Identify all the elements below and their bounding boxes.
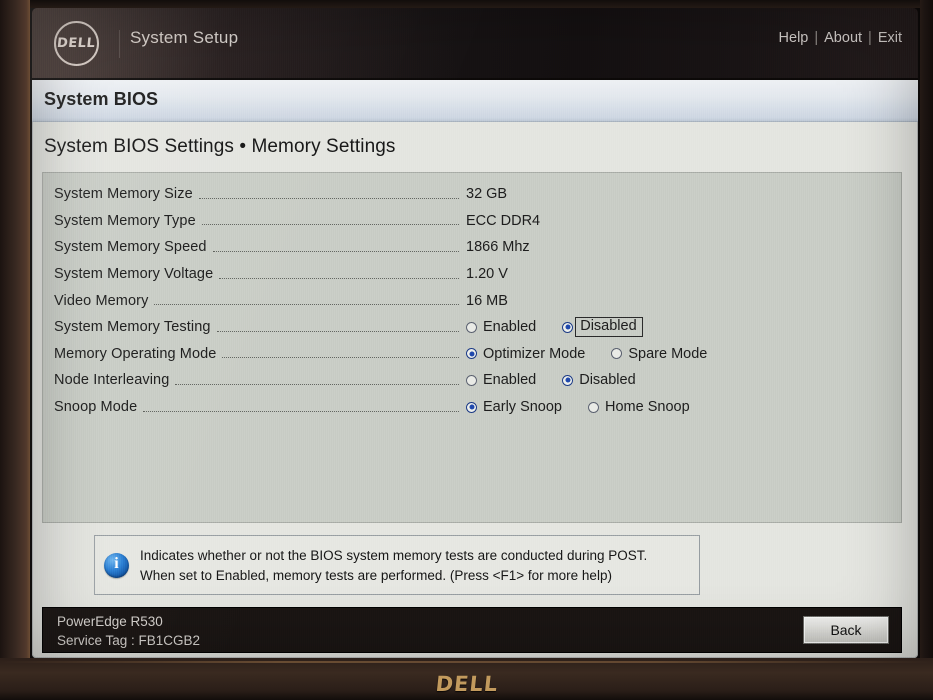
setting-value: ECC DDR4 (466, 212, 541, 229)
setting-row[interactable]: System Memory Testing Enabled Disabled (43, 314, 901, 341)
radio-option[interactable]: Enabled (466, 319, 536, 335)
back-button[interactable]: Back (803, 616, 889, 644)
app-header-bar: DELL System Setup Help | About | Exit (32, 8, 918, 78)
radio-label[interactable]: Disabled (575, 317, 643, 337)
radio-label[interactable]: Enabled (483, 319, 536, 335)
dell-bezel-logo: DELL (433, 672, 500, 696)
info-icon: i (104, 552, 129, 578)
radio-option[interactable]: Optimizer Mode (466, 346, 585, 362)
setting-row: Video Memory 16 MB (43, 287, 901, 314)
header-divider (119, 30, 120, 58)
about-link[interactable]: About (824, 30, 862, 46)
leader-dots (143, 410, 460, 412)
leader-dots (198, 197, 459, 199)
setting-row[interactable]: Memory Operating Mode Optimizer Mode Spare… (43, 341, 901, 368)
radio-label[interactable]: Enabled (483, 372, 536, 388)
radio-option[interactable]: Spare Mode (611, 346, 707, 362)
radio-unselected-icon[interactable] (611, 348, 623, 360)
setting-value: 1.20 V (466, 266, 508, 283)
leader-dots (222, 356, 460, 359)
dell-logo-icon: DELL (54, 21, 99, 66)
service-tag: Service Tag : FB1CGB2 (57, 633, 201, 648)
radio-selected-icon[interactable] (466, 401, 477, 413)
setting-row[interactable]: Node Interleaving Enabled Disabled (43, 367, 901, 394)
system-bios-window: System BIOS System BIOS Settings • Memor… (32, 80, 918, 658)
help-text: Indicates whether or not the BIOS system… (140, 548, 647, 583)
nav-separator-1: | (814, 30, 819, 46)
monitor-bezel: DELL System Setup Help | About | Exit Sy… (0, 0, 933, 700)
radio-group: Early Snoop Home Snoop (466, 399, 690, 415)
settings-list: System Memory Size 32 GB System Memory Typ… (43, 181, 901, 420)
bezel-bottom-edge: DELL (0, 658, 933, 700)
radio-option[interactable]: Home Snoop (588, 399, 690, 415)
radio-group: Optimizer Mode Spare Mode (466, 346, 707, 362)
bezel-hairline (0, 661, 933, 663)
radio-label[interactable]: Early Snoop (483, 399, 562, 415)
radio-label[interactable]: Optimizer Mode (483, 346, 585, 362)
setting-row: System Memory Size 32 GB (43, 181, 901, 208)
setting-label: System Memory Testing (54, 319, 211, 336)
window-title-bar: System BIOS (32, 80, 918, 122)
setting-label: Snoop Mode (54, 399, 138, 416)
help-box: i Indicates whether or not the BIOS syst… (94, 535, 700, 595)
help-line-2: When set to Enabled, memory tests are pe… (140, 567, 612, 583)
leader-dots (154, 303, 460, 306)
radio-option[interactable]: Disabled (562, 372, 636, 388)
radio-option[interactable]: Enabled (466, 372, 536, 388)
leader-dots (219, 277, 460, 279)
settings-panel: System Memory Size 32 GB System Memory Typ… (42, 172, 902, 523)
setting-label: System Memory Type (54, 212, 196, 229)
setting-label: Node Interleaving (54, 372, 170, 389)
leader-dots (212, 250, 459, 252)
footer-bar: PowerEdge R530 Service Tag : FB1CGB2 Bac… (42, 607, 902, 653)
bezel-right-edge (920, 0, 933, 700)
breadcrumb: System BIOS Settings • Memory Settings (44, 136, 396, 157)
setting-row[interactable]: Snoop Mode Early Snoop Home Snoop (43, 394, 901, 421)
setting-label: Video Memory (54, 292, 149, 309)
radio-unselected-icon[interactable] (588, 401, 599, 413)
header-nav-links: Help | About | Exit (779, 30, 902, 46)
app-title: System Setup (130, 28, 239, 47)
nav-separator-2: | (868, 30, 872, 46)
leader-dots (175, 383, 460, 385)
radio-label[interactable]: Disabled (579, 372, 635, 388)
setting-label: System Memory Size (54, 186, 193, 203)
help-line-1: Indicates whether or not the BIOS system… (140, 547, 648, 563)
setting-row: System Memory Speed 1866 Mhz (43, 234, 901, 261)
radio-selected-icon[interactable] (562, 321, 574, 333)
radio-unselected-icon[interactable] (466, 321, 477, 333)
radio-label[interactable]: Spare Mode (628, 346, 707, 362)
setting-label: System Memory Speed (54, 239, 207, 256)
leader-dots (216, 330, 459, 332)
setting-value: 32 GB (466, 186, 508, 203)
bezel-top-edge (0, 0, 933, 8)
page-title: System BIOS (44, 89, 159, 109)
radio-group: Enabled Disabled (466, 317, 643, 337)
leader-dots (201, 223, 459, 226)
dell-logo-text: DELL (56, 36, 97, 51)
bezel-left-edge (0, 0, 30, 700)
radio-option[interactable]: Early Snoop (466, 399, 562, 415)
radio-unselected-icon[interactable] (466, 374, 477, 386)
exit-link[interactable]: Exit (878, 30, 902, 46)
setting-label: Memory Operating Mode (54, 345, 217, 362)
setting-value: 1866 Mhz (466, 239, 530, 256)
radio-group: Enabled Disabled (466, 372, 636, 388)
system-model: PowerEdge R530 (57, 614, 163, 629)
radio-selected-icon[interactable] (562, 374, 574, 386)
help-link[interactable]: Help (779, 30, 809, 46)
setting-row: System Memory Voltage 1.20 V (43, 261, 901, 288)
radio-label[interactable]: Home Snoop (605, 399, 690, 415)
radio-option[interactable]: Disabled (562, 317, 643, 337)
setting-label: System Memory Voltage (54, 266, 214, 283)
setting-row: System Memory Type ECC DDR4 (43, 208, 901, 235)
system-info: PowerEdge R530 Service Tag : FB1CGB2 (57, 614, 200, 648)
setting-value: 16 MB (466, 292, 508, 309)
screen-area: DELL System Setup Help | About | Exit Sy… (30, 8, 920, 660)
radio-selected-icon[interactable] (466, 348, 477, 360)
